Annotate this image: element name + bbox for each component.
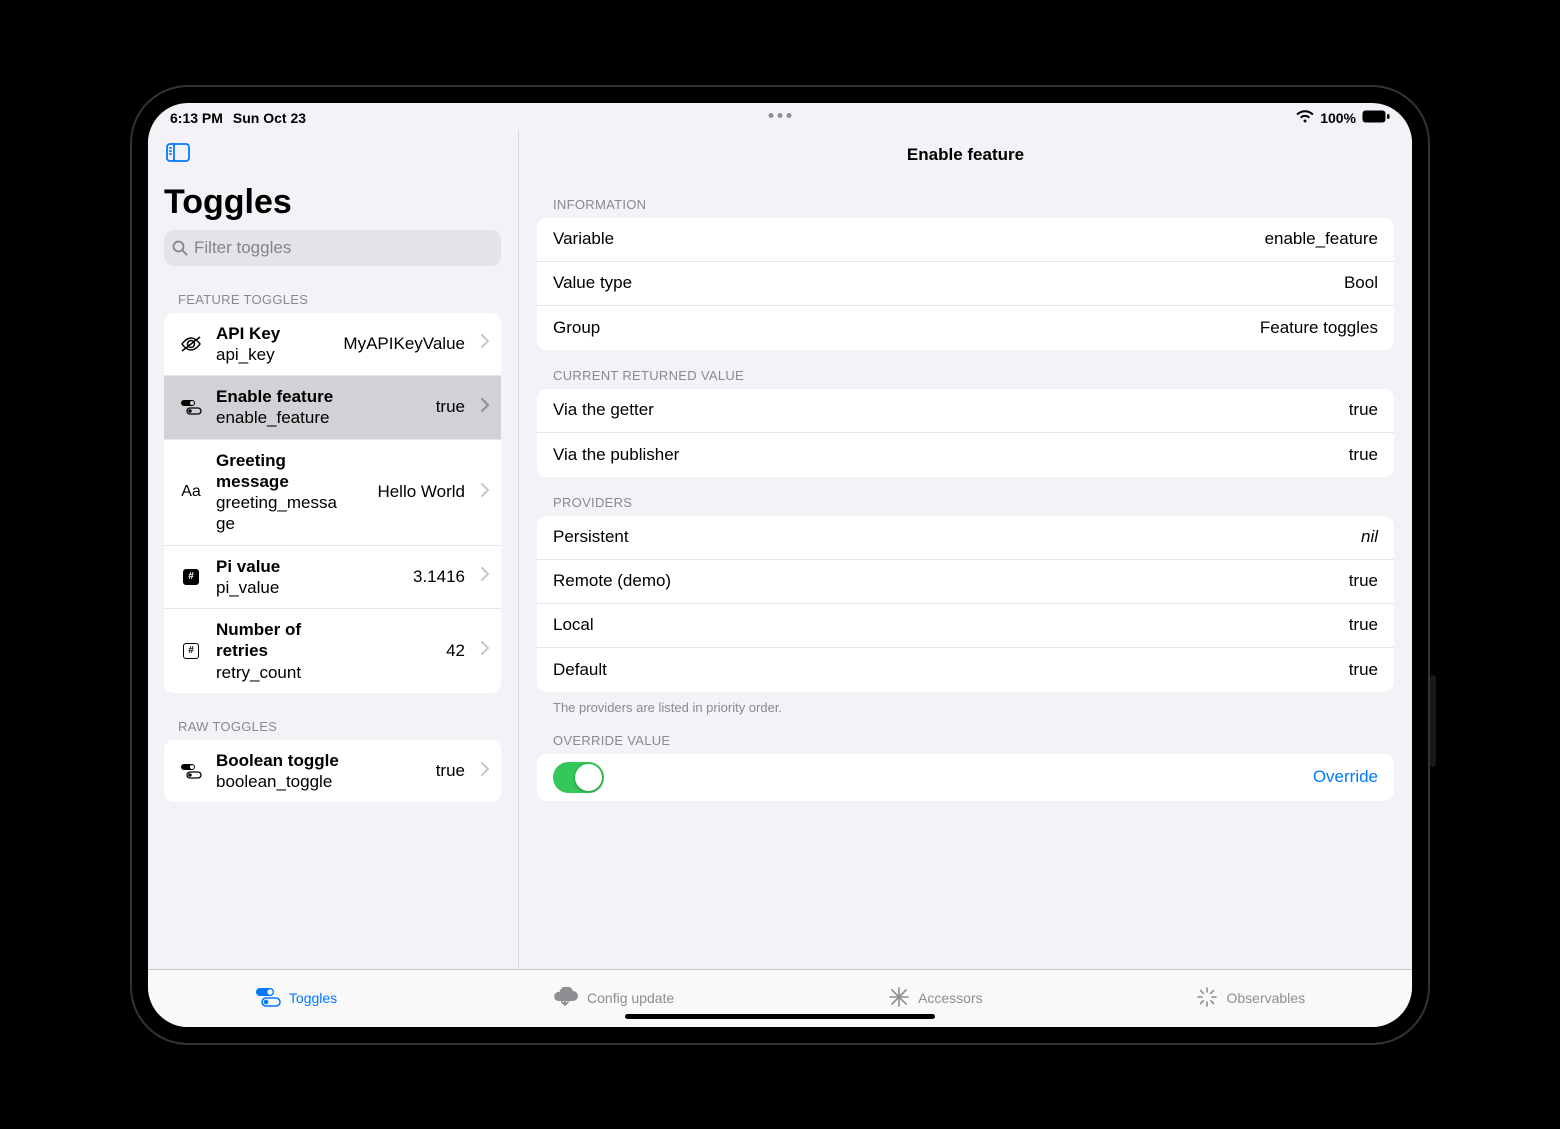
chevron-right-icon xyxy=(481,483,489,502)
section-header-override: OVERRIDE VALUE xyxy=(553,733,1394,748)
list-item-retries[interactable]: # Number of retries retry_count 42 xyxy=(164,609,501,693)
hash-filled-icon: # xyxy=(178,569,204,585)
chevron-right-icon xyxy=(481,334,489,353)
list-item-api-key[interactable]: API Key api_key MyAPIKeyValue xyxy=(164,313,501,377)
tab-observables[interactable]: Observables xyxy=(1196,986,1305,1011)
list-item-boolean[interactable]: Boolean toggle boolean_toggle true xyxy=(164,740,501,803)
sidebar: Toggles Filter toggles FEATURE TOGGLES A… xyxy=(148,131,518,969)
chevron-right-icon xyxy=(481,567,489,586)
snowflake-icon xyxy=(888,986,910,1011)
tab-accessors[interactable]: Accessors xyxy=(888,986,983,1011)
provider-row-remote: Remote (demo) true xyxy=(537,560,1394,604)
search-icon xyxy=(172,240,188,256)
info-row-value-type: Value type Bool xyxy=(537,262,1394,306)
page-title: Toggles xyxy=(164,183,501,222)
override-link[interactable]: Override xyxy=(1313,767,1378,787)
list-item-pi[interactable]: # Pi value pi_value 3.1416 xyxy=(164,546,501,610)
toggles-icon xyxy=(255,987,281,1010)
detail-title: Enable feature xyxy=(537,131,1394,179)
chevron-right-icon xyxy=(481,398,489,417)
text-icon: Aa xyxy=(178,483,204,501)
chevron-right-icon xyxy=(481,762,489,781)
tab-config-update[interactable]: Config update xyxy=(551,987,674,1010)
burst-icon xyxy=(1196,986,1218,1011)
section-header-providers: PROVIDERS xyxy=(553,495,1394,510)
detail-pane: Enable feature INFORMATION Variable enab… xyxy=(518,131,1412,969)
section-header-information: INFORMATION xyxy=(553,197,1394,212)
section-header-raw: RAW TOGGLES xyxy=(178,719,501,734)
eye-slash-icon xyxy=(178,336,204,352)
battery-percent: 100% xyxy=(1320,110,1356,126)
list-item-enable-feature[interactable]: Enable feature enable_feature true xyxy=(164,376,501,440)
list-item-greeting[interactable]: Aa Greeting message greeting_message Hel… xyxy=(164,440,501,546)
override-switch[interactable] xyxy=(553,762,604,793)
chevron-right-icon xyxy=(481,641,489,660)
toggles-icon xyxy=(178,399,204,415)
wifi-icon xyxy=(1296,110,1314,126)
current-row-publisher: Via the publisher true xyxy=(537,433,1394,477)
sidebar-toggle-icon[interactable] xyxy=(166,143,190,163)
tab-toggles[interactable]: Toggles xyxy=(255,987,337,1010)
status-time: 6:13 PM xyxy=(170,110,223,126)
provider-row-persistent: Persistent nil xyxy=(537,516,1394,560)
toggles-icon xyxy=(178,763,204,779)
section-header-current: CURRENT RETURNED VALUE xyxy=(553,368,1394,383)
provider-row-default: Default true xyxy=(537,648,1394,692)
current-row-getter: Via the getter true xyxy=(537,389,1394,433)
provider-row-local: Local true xyxy=(537,604,1394,648)
battery-icon xyxy=(1362,110,1390,126)
multitasking-dots[interactable] xyxy=(769,113,792,118)
info-row-variable: Variable enable_feature xyxy=(537,218,1394,262)
status-date: Sun Oct 23 xyxy=(233,110,306,126)
cloud-download-icon xyxy=(551,987,579,1010)
info-row-group: Group Feature toggles xyxy=(537,306,1394,350)
providers-footer: The providers are listed in priority ord… xyxy=(553,700,1394,715)
search-placeholder: Filter toggles xyxy=(194,238,291,258)
search-input[interactable]: Filter toggles xyxy=(164,230,501,266)
section-header-feature: FEATURE TOGGLES xyxy=(178,292,501,307)
hash-icon: # xyxy=(178,643,204,659)
status-bar: 6:13 PM Sun Oct 23 100% xyxy=(148,103,1412,131)
home-indicator[interactable] xyxy=(625,1014,935,1019)
